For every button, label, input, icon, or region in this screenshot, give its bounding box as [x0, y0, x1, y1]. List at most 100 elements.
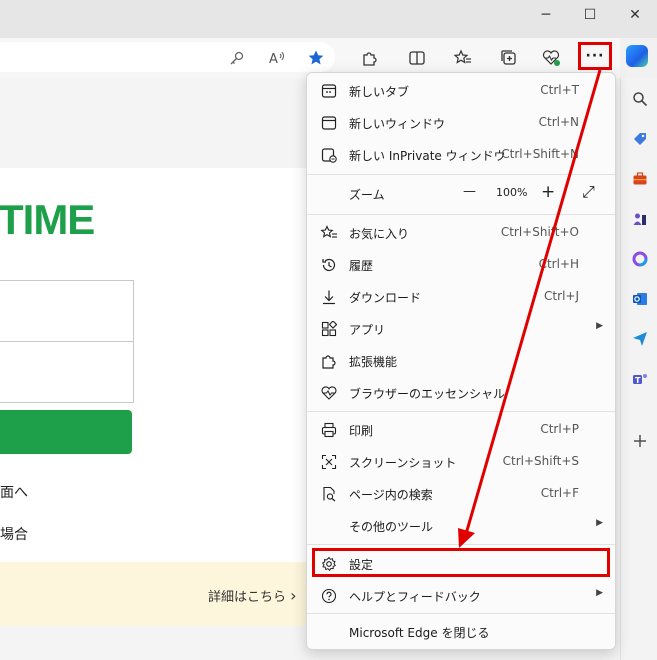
menu-item-label: スクリーンショット — [349, 456, 457, 470]
submenu-arrow-icon: ▶ — [596, 321, 603, 331]
menu-item-more-tools[interactable]: その他のツール ▶ — [307, 510, 615, 542]
chevron-right-icon: › — [290, 586, 297, 605]
help-icon — [319, 586, 339, 606]
minimize-button[interactable]: ─ — [523, 0, 569, 30]
password-field[interactable] — [0, 341, 134, 403]
zoom-in-button[interactable]: + — [541, 182, 555, 202]
menu-item-label: お気に入り — [349, 227, 410, 241]
maximize-button[interactable]: ☐ — [567, 0, 613, 30]
favorites-icon — [319, 223, 339, 243]
page-link-1[interactable]: 面へ — [0, 482, 28, 502]
extensions-icon — [319, 351, 339, 371]
menu-item-label: ヘルプとフィードバック — [349, 590, 481, 604]
details-link[interactable]: 詳細はこちら › — [208, 586, 297, 605]
menu-item-new-tab[interactable]: 新しいタブ Ctrl+T — [307, 75, 615, 107]
zoom-out-button[interactable]: — — [463, 184, 476, 199]
menu-item-browser-essentials[interactable]: ブラウザーのエッセンシャル — [307, 377, 615, 409]
menu-item-screenshot[interactable]: スクリーンショット Ctrl+Shift+S — [307, 446, 615, 478]
menu-item-shortcut: Ctrl+Shift+N — [501, 147, 579, 161]
submenu-arrow-icon: ▶ — [596, 518, 603, 528]
settings-and-more-button[interactable]: ··· — [578, 42, 612, 70]
menu-divider — [307, 214, 615, 215]
page-link-2[interactable]: 場合 — [0, 524, 28, 544]
fullscreen-icon[interactable]: ⤢ — [582, 182, 595, 202]
history-icon — [319, 255, 339, 275]
svg-text:A: A — [269, 52, 278, 66]
read-aloud-icon[interactable]: A — [264, 45, 290, 71]
zoom-level: 100% — [496, 186, 528, 199]
screenshot-icon — [319, 452, 339, 472]
menu-item-shortcut: Ctrl+F — [540, 486, 579, 500]
menu-item-shortcut: Ctrl+J — [544, 289, 579, 303]
submenu-arrow-icon: ▶ — [596, 588, 603, 598]
menu-item-label: 印刷 — [349, 424, 374, 438]
split-screen-icon[interactable] — [404, 45, 430, 71]
download-icon — [319, 287, 339, 307]
favorite-star-icon[interactable] — [303, 45, 329, 71]
menu-item-print[interactable]: 印刷 Ctrl+P — [307, 414, 615, 446]
menu-item-shortcut: Ctrl+N — [538, 115, 579, 129]
apps-icon — [319, 319, 339, 339]
zoom-label: ズーム — [349, 188, 385, 202]
menu-item-shortcut: Ctrl+Shift+S — [502, 454, 579, 468]
edge-sidebar: T — [620, 78, 657, 660]
menu-item-label: アプリ — [349, 323, 386, 337]
menu-item-new-inprivate[interactable]: 新しい InPrivate ウィンドウ Ctrl+Shift+N — [307, 139, 615, 171]
add-icon[interactable] — [629, 430, 651, 452]
menu-item-label: 履歴 — [349, 259, 374, 273]
inprivate-icon — [319, 145, 339, 165]
menu-item-new-window[interactable]: 新しいウィンドウ Ctrl+N — [307, 107, 615, 139]
search-icon[interactable] — [629, 88, 651, 110]
site-logo: TIME — [0, 196, 95, 243]
copilot-icon[interactable] — [626, 45, 648, 67]
menu-item-apps[interactable]: アプリ ▶ — [307, 313, 615, 345]
send-icon[interactable] — [629, 328, 651, 350]
menu-item-label: ページ内の検索 — [349, 488, 433, 502]
outlook-icon[interactable] — [629, 288, 651, 310]
menu-item-extensions[interactable]: 拡張機能 — [307, 345, 615, 377]
details-link-label: 詳細はこちら — [208, 590, 287, 605]
menu-divider — [307, 174, 615, 175]
menu-item-zoom: ズーム — 100% + ⤢ — [307, 178, 615, 210]
menu-item-find-on-page[interactable]: ページ内の検索 Ctrl+F — [307, 478, 615, 510]
menu-item-downloads[interactable]: ダウンロード Ctrl+J — [307, 281, 615, 313]
username-field[interactable] — [0, 280, 134, 342]
games-icon[interactable] — [629, 208, 651, 230]
menu-item-help-feedback[interactable]: ヘルプとフィードバック ▶ — [307, 580, 615, 612]
favorites-icon[interactable] — [450, 45, 476, 71]
tools-briefcase-icon[interactable] — [629, 168, 651, 190]
menu-item-label: ダウンロード — [349, 291, 422, 305]
new-window-icon — [319, 113, 339, 133]
menu-item-history[interactable]: 履歴 Ctrl+H — [307, 249, 615, 281]
menu-item-shortcut: Ctrl+T — [540, 83, 579, 97]
key-icon[interactable] — [224, 45, 250, 71]
menu-item-favorites[interactable]: お気に入り Ctrl+Shift+O — [307, 217, 615, 249]
menu-item-label: 新しい InPrivate ウィンドウ — [349, 149, 506, 163]
menu-item-label: 新しいタブ — [349, 85, 410, 99]
teams-icon[interactable]: T — [629, 368, 651, 390]
collections-icon[interactable] — [496, 45, 522, 71]
login-button[interactable] — [0, 410, 132, 454]
settings-highlight-box — [312, 548, 610, 577]
menu-divider — [307, 613, 615, 614]
print-icon — [319, 420, 339, 440]
menu-item-shortcut: Ctrl+Shift+O — [500, 225, 579, 239]
browser-essentials-icon[interactable] — [538, 45, 564, 71]
menu-divider — [307, 544, 615, 545]
menu-item-label: 拡張機能 — [349, 355, 398, 369]
title-bar: ─ ☐ ✕ — [0, 0, 657, 38]
menu-item-label: ブラウザーのエッセンシャル — [349, 387, 506, 401]
menu-item-shortcut: Ctrl+P — [540, 422, 579, 436]
menu-item-label: 新しいウィンドウ — [349, 117, 446, 131]
menu-item-close-edge[interactable]: Microsoft Edge を閉じる — [307, 616, 615, 648]
browser-essentials-icon — [319, 383, 339, 403]
menu-divider — [307, 411, 615, 412]
extensions-icon[interactable] — [357, 45, 383, 71]
shopping-tag-icon[interactable] — [629, 128, 651, 150]
menu-item-label: Microsoft Edge を閉じる — [349, 626, 490, 640]
find-on-page-icon — [319, 484, 339, 504]
menu-item-label: その他のツール — [349, 520, 434, 534]
menu-item-shortcut: Ctrl+H — [538, 257, 579, 271]
microsoft-365-icon[interactable] — [629, 248, 651, 270]
close-window-button[interactable]: ✕ — [612, 0, 657, 30]
